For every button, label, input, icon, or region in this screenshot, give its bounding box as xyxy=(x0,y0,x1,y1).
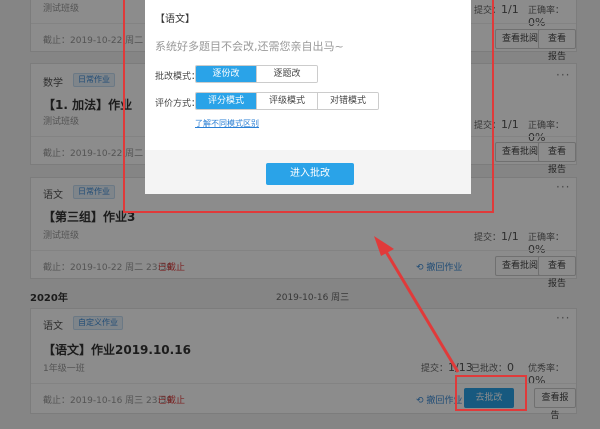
annotation-arrow xyxy=(374,236,460,373)
